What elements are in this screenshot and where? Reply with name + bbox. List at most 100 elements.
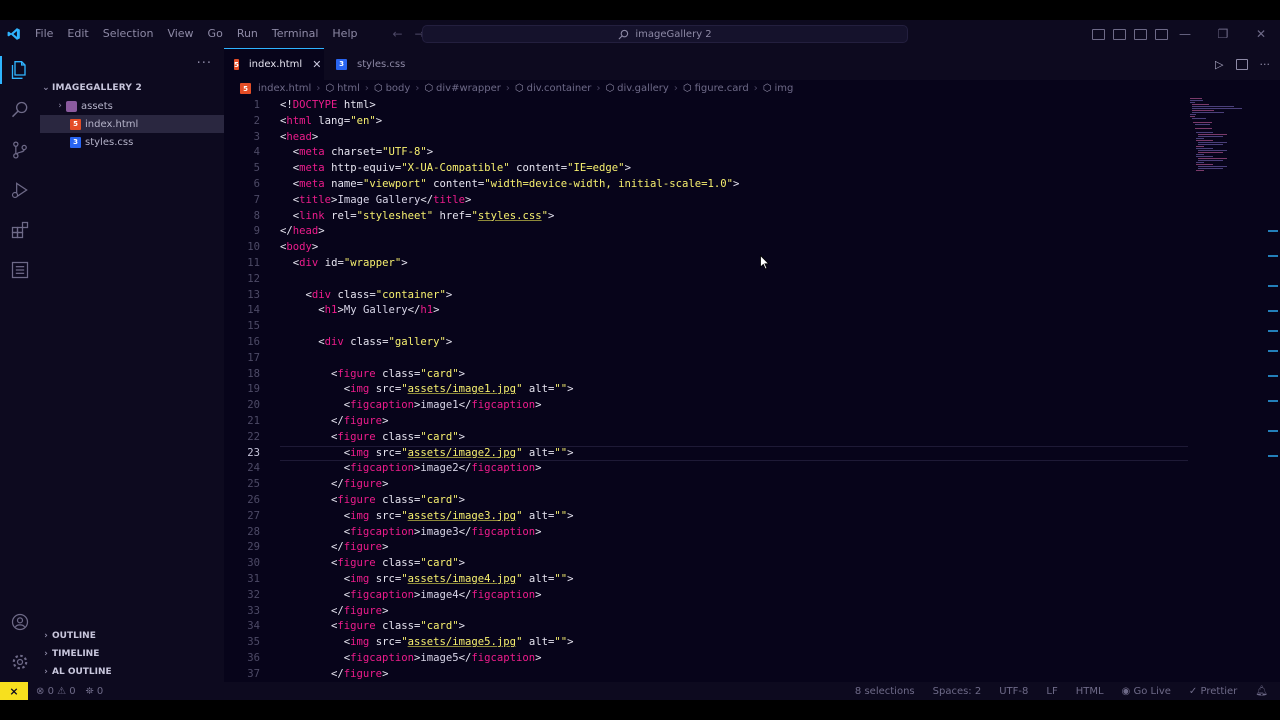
code-line[interactable]: 26 <figure class="card"> xyxy=(224,493,1280,509)
ports-indicator[interactable]: ⛯ 0 xyxy=(86,686,104,697)
indentation-indicator[interactable]: Spaces: 2 xyxy=(933,686,982,697)
code-line[interactable]: 8 <link rel="stylesheet" href="styles.cs… xyxy=(224,209,1280,225)
line-number: 24 xyxy=(247,462,260,475)
breadcrumb-item[interactable]: ⬡ div.gallery xyxy=(605,83,668,94)
extensions-icon[interactable] xyxy=(8,218,32,242)
breadcrumb-item[interactable]: ⬡ figure.card xyxy=(683,83,749,94)
explorer-icon[interactable] xyxy=(8,58,32,82)
scrollbar[interactable] xyxy=(1268,80,1280,682)
code-line[interactable]: 36 <figcaption>image5</figcaption> xyxy=(224,651,1280,667)
code-line[interactable]: 11 <div id="wrapper"> xyxy=(224,256,1280,272)
code-area[interactable]: 1 <!DOCTYPE html> 2 <html lang="en"> 3 <head>… xyxy=(224,98,1280,682)
minimize-icon[interactable]: — xyxy=(1166,20,1204,48)
code-line[interactable]: 1 <!DOCTYPE html> xyxy=(224,98,1280,114)
code-line[interactable]: 6 <meta name="viewport" content="width=d… xyxy=(224,177,1280,193)
eol-indicator[interactable]: LF xyxy=(1046,686,1057,697)
breadcrumb-item[interactable]: ⬡ img xyxy=(763,83,794,94)
code-line[interactable]: 20 <figcaption>image1</figcaption> xyxy=(224,398,1280,414)
close-window-icon[interactable]: ✕ xyxy=(1242,20,1280,48)
code-line[interactable]: 5 <meta http-equiv="X-UA-Compatible" con… xyxy=(224,161,1280,177)
breadcrumb-item[interactable]: ⬡ body xyxy=(374,83,410,94)
breadcrumb-item[interactable]: ⬡ div#wrapper xyxy=(424,83,501,94)
code-line[interactable]: 9 </head> xyxy=(224,224,1280,240)
code-line[interactable]: 15 xyxy=(224,319,1280,335)
code-line[interactable]: 14 <h1>My Gallery</h1> xyxy=(224,303,1280,319)
selections-indicator[interactable]: 8 selections xyxy=(855,686,915,697)
code-line[interactable]: 4 <meta charset="UTF-8"> xyxy=(224,145,1280,161)
code-line[interactable]: 30 <figure class="card"> xyxy=(224,556,1280,572)
code-line[interactable]: 16 <div class="gallery"> xyxy=(224,335,1280,351)
manage-gear-icon[interactable] xyxy=(8,650,32,674)
remote-explorer-icon[interactable] xyxy=(8,258,32,282)
breadcrumb-item[interactable]: ⬡ html xyxy=(325,83,360,94)
encoding-indicator[interactable]: UTF-8 xyxy=(999,686,1028,697)
go-back-icon[interactable]: ← xyxy=(392,27,402,41)
outline-section[interactable]: › OUTLINE xyxy=(40,627,224,645)
code-line[interactable]: 21 </figure> xyxy=(224,414,1280,430)
code-line[interactable]: 34 <figure class="card"> xyxy=(224,619,1280,635)
breadcrumb-item[interactable]: ⬡ div.container xyxy=(515,83,592,94)
menu-view[interactable]: View xyxy=(160,20,200,48)
menu-file[interactable]: File xyxy=(28,20,60,48)
search-view-icon[interactable] xyxy=(8,98,32,122)
close-tab-icon[interactable]: ✕ xyxy=(312,58,321,71)
code-line[interactable]: 22 <figure class="card"> xyxy=(224,430,1280,446)
run-debug-icon[interactable] xyxy=(8,178,32,202)
html-file-icon: 5 xyxy=(70,118,81,130)
code-line[interactable]: 23 <img src="assets/image2.jpg" alt=""> xyxy=(224,446,1280,462)
more-actions-icon[interactable]: ··· xyxy=(197,56,212,71)
timeline-section[interactable]: › TIMELINE xyxy=(40,645,224,663)
go-live-button[interactable]: ◉ Go Live xyxy=(1122,686,1171,697)
code-line[interactable]: 7 <title>Image Gallery</title> xyxy=(224,193,1280,209)
accounts-icon[interactable] xyxy=(8,610,32,634)
remote-indicator[interactable]: ⨯ xyxy=(0,682,28,700)
code-line[interactable]: 10 <body> xyxy=(224,240,1280,256)
code-line[interactable]: 13 <div class="container"> xyxy=(224,288,1280,304)
tree-item-styles-css[interactable]: 3 styles.css xyxy=(40,133,224,151)
code-line[interactable]: 24 <figcaption>image2</figcaption> xyxy=(224,461,1280,477)
code-line[interactable]: 19 <img src="assets/image1.jpg" alt=""> xyxy=(224,382,1280,398)
al-outline-section[interactable]: › AL OUTLINE xyxy=(40,663,224,681)
code-line[interactable]: 17 xyxy=(224,351,1280,367)
code-line[interactable]: 3 <head> xyxy=(224,130,1280,146)
menu-go[interactable]: Go xyxy=(201,20,230,48)
code-line[interactable]: 37 </figure> xyxy=(224,667,1280,682)
code-line[interactable]: 29 </figure> xyxy=(224,540,1280,556)
minimap[interactable] xyxy=(1190,98,1244,178)
notifications-bell-icon[interactable]: 🔔︎ xyxy=(1255,686,1268,697)
code-line[interactable]: 28 <figcaption>image3</figcaption> xyxy=(224,525,1280,541)
code-line[interactable]: 27 <img src="assets/image3.jpg" alt=""> xyxy=(224,509,1280,525)
more-actions-icon[interactable]: ··· xyxy=(1260,58,1271,71)
source-control-icon[interactable] xyxy=(8,138,32,162)
menu-run[interactable]: Run xyxy=(230,20,265,48)
workspace-root[interactable]: ⌄ IMAGEGALLERY 2 xyxy=(40,79,224,97)
code-line[interactable]: 33 </figure> xyxy=(224,604,1280,620)
command-center[interactable]: imageGallery 2 xyxy=(422,25,908,43)
toggle-primary-sidebar-icon[interactable] xyxy=(1092,28,1105,40)
menu-terminal[interactable]: Terminal xyxy=(265,20,326,48)
breadcrumb-item[interactable]: 5 index.html xyxy=(240,83,311,94)
tree-item-index-html[interactable]: 5 index.html xyxy=(40,115,224,133)
code-line[interactable]: 12 xyxy=(224,272,1280,288)
run-icon[interactable]: ▷ xyxy=(1215,58,1223,71)
split-editor-icon[interactable] xyxy=(1235,58,1248,70)
restore-icon[interactable]: ❐ xyxy=(1204,20,1242,48)
language-mode-indicator[interactable]: HTML xyxy=(1076,686,1104,697)
code-line[interactable]: 18 <figure class="card"> xyxy=(224,367,1280,383)
code-line[interactable]: 2 <html lang="en"> xyxy=(224,114,1280,130)
menu-edit[interactable]: Edit xyxy=(60,20,95,48)
prettier-button[interactable]: ✓ Prettier xyxy=(1189,686,1237,697)
tab-styles-css[interactable]: 3 styles.css xyxy=(326,48,424,80)
code-line[interactable]: 35 <img src="assets/image5.jpg" alt=""> xyxy=(224,635,1280,651)
menu-selection[interactable]: Selection xyxy=(96,20,161,48)
toggle-secondary-sidebar-icon[interactable] xyxy=(1134,28,1147,40)
code-line[interactable]: 32 <figcaption>image4</figcaption> xyxy=(224,588,1280,604)
tab-index-html[interactable]: 5 index.html ✕ xyxy=(224,48,324,80)
code-editor[interactable]: 5 index.html › ⬡ html › ⬡ body › ⬡ div#wrapper › ⬡ di… xyxy=(224,80,1280,682)
problems-indicator[interactable]: ⊗ 0 ⚠ 0 xyxy=(36,686,76,697)
toggle-panel-icon[interactable] xyxy=(1113,28,1126,40)
tree-item-assets[interactable]: › assets xyxy=(40,97,224,115)
menu-help[interactable]: Help xyxy=(325,20,364,48)
code-line[interactable]: 25 </figure> xyxy=(224,477,1280,493)
code-line[interactable]: 31 <img src="assets/image4.jpg" alt=""> xyxy=(224,572,1280,588)
